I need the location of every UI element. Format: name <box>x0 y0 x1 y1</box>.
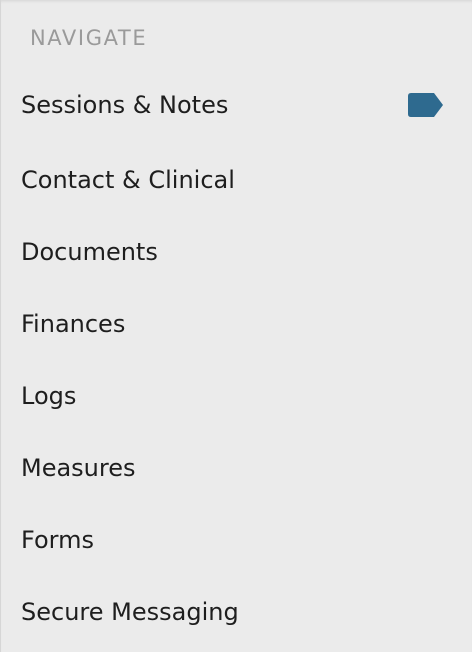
nav-item-label: Logs <box>21 382 77 410</box>
nav-item-logs[interactable]: Logs <box>1 368 472 424</box>
nav-item-label: Measures <box>21 454 136 482</box>
nav-item-forms[interactable]: Forms <box>1 512 472 568</box>
nav-item-documents[interactable]: Documents <box>1 224 472 280</box>
navigation-panel: NAVIGATE Sessions & Notes Contact & Clin… <box>0 0 472 652</box>
nav-item-measures[interactable]: Measures <box>1 440 472 496</box>
nav-item-label: Finances <box>21 310 126 338</box>
nav-item-label: Sessions & Notes <box>21 91 229 119</box>
nav-item-label: Contact & Clinical <box>21 166 235 194</box>
nav-item-finances[interactable]: Finances <box>1 296 472 352</box>
nav-item-sessions-notes[interactable]: Sessions & Notes <box>1 77 472 133</box>
nav-item-label: Documents <box>21 238 158 266</box>
nav-item-label: Forms <box>21 526 94 554</box>
tag-icon <box>408 93 444 117</box>
nav-heading: NAVIGATE <box>30 26 148 50</box>
nav-item-contact-clinical[interactable]: Contact & Clinical <box>1 152 472 208</box>
nav-item-secure-messaging[interactable]: Secure Messaging <box>1 584 472 640</box>
nav-item-label: Secure Messaging <box>21 598 239 626</box>
